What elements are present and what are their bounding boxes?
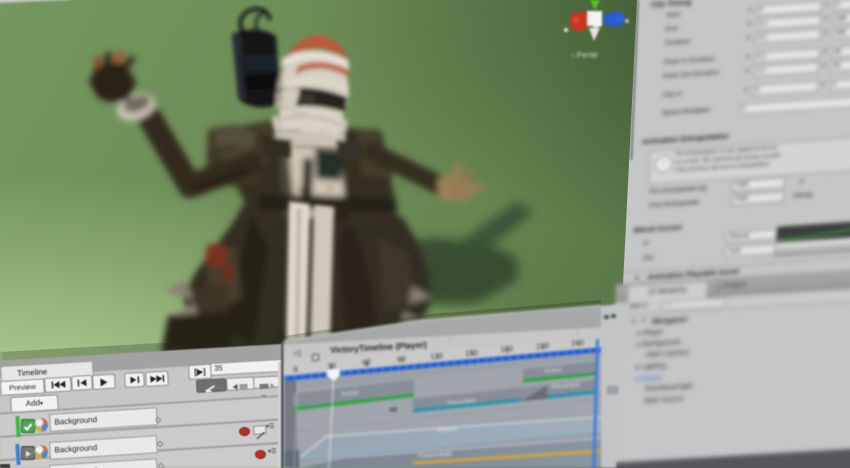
svg-text:‹ Persp: ‹ Persp bbox=[572, 50, 599, 60]
